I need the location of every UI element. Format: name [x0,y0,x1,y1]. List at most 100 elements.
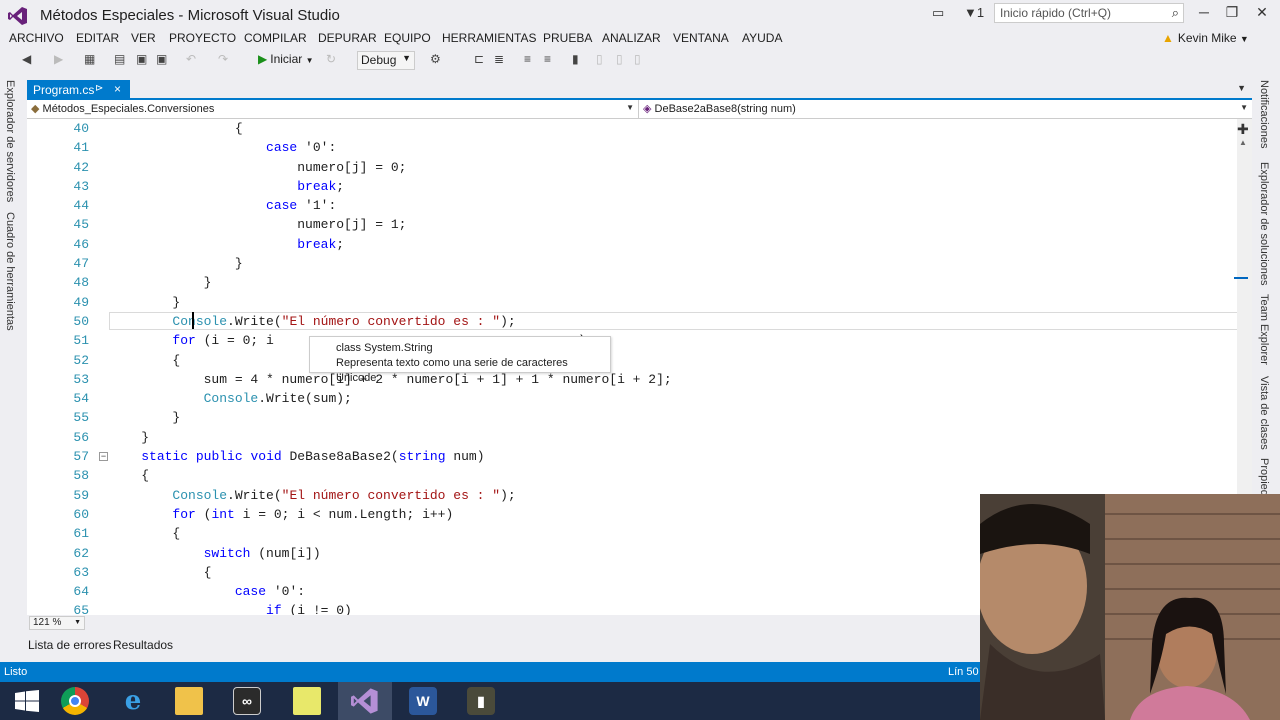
code-text: case '0': [266,140,337,156]
menu-compilar[interactable]: COMPILAR [244,31,307,45]
code-line[interactable]: 56 } [27,428,1237,447]
menu-herramientas[interactable]: HERRAMIENTAS [442,31,536,45]
code-line[interactable]: 42 numero[j] = 0; [27,158,1237,177]
code-line[interactable]: 57 static public void DeBase8aBase2(stri… [27,447,1237,466]
code-line[interactable]: 52 { [27,351,1237,370]
scroll-up-icon[interactable]: ▲ [1239,138,1247,147]
menu-prueba[interactable]: PRUEBA [543,31,592,45]
menu-depurar[interactable]: DEPURAR [318,31,377,45]
find-in-files-icon[interactable]: ⚙ [430,52,441,66]
minimize-button[interactable]: ─ [1192,4,1216,20]
restore-button[interactable]: ❐ [1220,4,1244,21]
code-line[interactable]: 40 { [27,119,1237,138]
uncomment-icon[interactable]: ≡ [544,52,551,66]
user-account[interactable]: ▲ Kevin Mike ▼ [1162,31,1249,45]
code-line[interactable]: 53 sum = 4 * numero[i] + 2 * numero[i + … [27,370,1237,389]
chevron-down-icon[interactable]: ▼ [1237,83,1246,93]
close-button[interactable]: ✕ [1250,4,1274,21]
taskbar-internet-explorer[interactable]: e [106,682,160,720]
bottom-tool-tabs: Lista de errores Resultados [27,637,627,655]
taskbar-media-app[interactable]: ▮ [454,682,508,720]
next-bookmark-icon[interactable]: ▯ [616,52,623,66]
tab-notifications[interactable]: Notificaciones [1258,80,1270,148]
tab-class-view[interactable]: Vista de clases [1258,376,1270,450]
forward-icon[interactable]: ▶ [54,52,63,66]
line-number: 58 [73,468,89,484]
start-button[interactable] [0,682,54,720]
refresh-icon[interactable]: ↻ [326,52,336,66]
clear-bookmarks-icon[interactable]: ▯ [634,52,641,66]
line-number: 50 [73,313,89,329]
menu-analizar[interactable]: ANALIZAR [602,31,661,45]
line-number: 62 [73,545,89,561]
prev-bookmark-icon[interactable]: ▯ [596,52,603,66]
code-line[interactable]: 54 Console.Write(sum); [27,389,1237,408]
notification-flag-icon[interactable]: ▼1 [964,5,984,20]
solution-configuration-select[interactable]: Debug ▼ [357,51,415,70]
taskbar-visual-studio-old[interactable]: ∞ [220,682,274,720]
tab-error-list[interactable]: Lista de errores [28,638,111,652]
code-line[interactable]: 44 case '1': [27,196,1237,215]
taskbar-word[interactable]: W [396,682,450,720]
redo-icon[interactable]: ↷ [218,52,228,66]
tab-output[interactable]: Resultados [113,638,173,652]
chrome-icon [61,687,89,715]
tab-toolbox[interactable]: Cuadro de herramientas [4,212,16,331]
taskbar-sticky-notes[interactable] [280,682,334,720]
code-line[interactable]: 41 case '0': [27,138,1237,157]
member-dropdown[interactable]: ◈ DeBase2aBase8(string num) ▼ [639,100,1252,119]
comment-icon[interactable]: ≡ [524,52,531,66]
collapse-toggle[interactable]: − [99,452,108,461]
save-icon[interactable]: ▣ [136,52,147,66]
taskbar-file-explorer[interactable] [162,682,216,720]
code-text: switch (num[i]) [203,545,321,561]
bookmark-icon[interactable]: ▮ [572,52,579,66]
menu-equipo[interactable]: EQUIPO [384,31,431,45]
folder-icon [175,687,203,715]
taskbar-visual-studio[interactable] [338,682,392,720]
line-number: 44 [73,198,89,214]
code-line[interactable]: 46 break; [27,235,1237,254]
tab-properties[interactable]: Propied [1258,458,1270,496]
zoom-select[interactable]: 121 % ▼ [29,616,85,630]
menu-archivo[interactable]: ARCHIVO [9,31,64,45]
tab-team-explorer[interactable]: Team Explorer [1258,294,1270,365]
menu-ventana[interactable]: VENTANA [673,31,729,45]
code-line[interactable]: 50 Console.Write("El número convertido e… [27,311,1237,331]
pin-icon[interactable]: ⊳ [95,83,103,94]
line-number: 40 [73,121,89,136]
code-line[interactable]: 43 break; [27,177,1237,196]
taskbar-chrome[interactable] [48,682,102,720]
tab-program-cs[interactable]: Program.cs ⊳ × [27,80,130,100]
code-line[interactable]: 51 for (i = 0; i es) [27,331,1237,350]
format-icon[interactable]: ⊏ [474,52,484,66]
indent-icon[interactable]: ≣ [494,52,504,66]
undo-icon[interactable]: ↶ [186,52,196,66]
code-line[interactable]: 58 { [27,466,1237,485]
menu-ver[interactable]: VER [131,31,156,45]
visual-studio-icon [351,688,378,714]
code-line[interactable]: 49 } [27,293,1237,312]
tab-solution-explorer[interactable]: Explorador de soluciones [1258,162,1270,286]
feedback-icon[interactable]: ▭ [932,5,944,21]
close-icon[interactable]: × [114,82,121,96]
code-line[interactable]: 47 } [27,254,1237,273]
new-project-icon[interactable]: ▦ [84,52,95,66]
back-icon[interactable]: ◀ [22,52,31,66]
code-line[interactable]: 45 numero[j] = 1; [27,215,1237,234]
open-file-icon[interactable]: ▤ [114,52,125,66]
code-line[interactable]: 48 } [27,273,1237,292]
quick-launch-input[interactable]: Inicio rápido (Ctrl+Q) ⌕ [994,3,1184,23]
code-text: } [110,429,150,445]
start-debugging-button[interactable]: ▶ Iniciar ▼ [258,52,314,66]
save-all-icon[interactable]: ▣ [156,52,167,66]
split-editor-icon[interactable]: ✚ [1237,121,1249,138]
code-line[interactable]: 55 } [27,408,1237,427]
class-dropdown[interactable]: ◆ Métodos_Especiales.Conversiones ▼ [27,100,639,119]
tab-server-explorer[interactable]: Explorador de servidores [4,80,16,202]
menu-ayuda[interactable]: AYUDA [742,31,782,45]
window-title: Métodos Especiales - Microsoft Visual St… [40,7,340,24]
menu-proyecto[interactable]: PROYECTO [169,31,236,45]
line-number: 56 [73,429,89,445]
menu-editar[interactable]: EDITAR [76,31,119,45]
